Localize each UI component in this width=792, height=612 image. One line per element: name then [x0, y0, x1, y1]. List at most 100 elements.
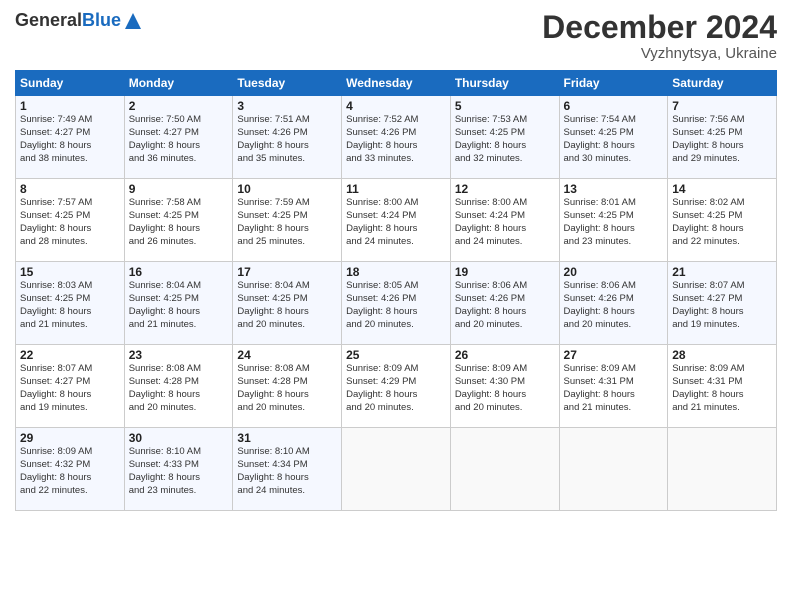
day-number: 11: [346, 182, 446, 196]
day-number: 7: [672, 99, 772, 113]
day-info: Sunrise: 8:04 AM Sunset: 4:25 PM Dayligh…: [129, 280, 229, 331]
table-row: 8Sunrise: 7:57 AM Sunset: 4:25 PM Daylig…: [16, 179, 125, 262]
calendar-week-row: 22Sunrise: 8:07 AM Sunset: 4:27 PM Dayli…: [16, 345, 777, 428]
table-row: 30Sunrise: 8:10 AM Sunset: 4:33 PM Dayli…: [124, 428, 233, 511]
calendar-week-row: 29Sunrise: 8:09 AM Sunset: 4:32 PM Dayli…: [16, 428, 777, 511]
day-info: Sunrise: 8:00 AM Sunset: 4:24 PM Dayligh…: [346, 197, 446, 248]
day-number: 8: [20, 182, 120, 196]
table-row: 11Sunrise: 8:00 AM Sunset: 4:24 PM Dayli…: [342, 179, 451, 262]
calendar-week-row: 1Sunrise: 7:49 AM Sunset: 4:27 PM Daylig…: [16, 96, 777, 179]
day-number: 30: [129, 431, 229, 445]
day-info: Sunrise: 8:03 AM Sunset: 4:25 PM Dayligh…: [20, 280, 120, 331]
day-info: Sunrise: 8:06 AM Sunset: 4:26 PM Dayligh…: [455, 280, 555, 331]
day-number: 2: [129, 99, 229, 113]
table-row: 16Sunrise: 8:04 AM Sunset: 4:25 PM Dayli…: [124, 262, 233, 345]
day-info: Sunrise: 8:00 AM Sunset: 4:24 PM Dayligh…: [455, 197, 555, 248]
table-row: [559, 428, 668, 511]
location-title: Vyzhnytsya, Ukraine: [542, 45, 777, 62]
day-number: 12: [455, 182, 555, 196]
day-number: 20: [564, 265, 664, 279]
table-row: 3Sunrise: 7:51 AM Sunset: 4:26 PM Daylig…: [233, 96, 342, 179]
day-info: Sunrise: 7:50 AM Sunset: 4:27 PM Dayligh…: [129, 114, 229, 165]
page-container: GeneralBlue December 2024 Vyzhnytsya, Uk…: [0, 0, 792, 521]
day-info: Sunrise: 8:06 AM Sunset: 4:26 PM Dayligh…: [564, 280, 664, 331]
day-info: Sunrise: 7:51 AM Sunset: 4:26 PM Dayligh…: [237, 114, 337, 165]
table-row: 24Sunrise: 8:08 AM Sunset: 4:28 PM Dayli…: [233, 345, 342, 428]
day-info: Sunrise: 7:58 AM Sunset: 4:25 PM Dayligh…: [129, 197, 229, 248]
table-row: 15Sunrise: 8:03 AM Sunset: 4:25 PM Dayli…: [16, 262, 125, 345]
table-row: 28Sunrise: 8:09 AM Sunset: 4:31 PM Dayli…: [668, 345, 777, 428]
table-row: 20Sunrise: 8:06 AM Sunset: 4:26 PM Dayli…: [559, 262, 668, 345]
day-number: 27: [564, 348, 664, 362]
day-info: Sunrise: 7:56 AM Sunset: 4:25 PM Dayligh…: [672, 114, 772, 165]
day-info: Sunrise: 7:49 AM Sunset: 4:27 PM Dayligh…: [20, 114, 120, 165]
col-tuesday: Tuesday: [233, 71, 342, 96]
day-number: 28: [672, 348, 772, 362]
day-number: 17: [237, 265, 337, 279]
header-row: Sunday Monday Tuesday Wednesday Thursday…: [16, 71, 777, 96]
table-row: 17Sunrise: 8:04 AM Sunset: 4:25 PM Dayli…: [233, 262, 342, 345]
day-number: 10: [237, 182, 337, 196]
day-number: 15: [20, 265, 120, 279]
table-row: 10Sunrise: 7:59 AM Sunset: 4:25 PM Dayli…: [233, 179, 342, 262]
table-row: 4Sunrise: 7:52 AM Sunset: 4:26 PM Daylig…: [342, 96, 451, 179]
calendar-table: Sunday Monday Tuesday Wednesday Thursday…: [15, 70, 777, 511]
col-thursday: Thursday: [450, 71, 559, 96]
day-number: 24: [237, 348, 337, 362]
table-row: 31Sunrise: 8:10 AM Sunset: 4:34 PM Dayli…: [233, 428, 342, 511]
col-sunday: Sunday: [16, 71, 125, 96]
month-title: December 2024: [542, 10, 777, 45]
table-row: 25Sunrise: 8:09 AM Sunset: 4:29 PM Dayli…: [342, 345, 451, 428]
day-info: Sunrise: 8:08 AM Sunset: 4:28 PM Dayligh…: [129, 363, 229, 414]
table-row: 5Sunrise: 7:53 AM Sunset: 4:25 PM Daylig…: [450, 96, 559, 179]
day-number: 21: [672, 265, 772, 279]
day-info: Sunrise: 8:08 AM Sunset: 4:28 PM Dayligh…: [237, 363, 337, 414]
table-row: 2Sunrise: 7:50 AM Sunset: 4:27 PM Daylig…: [124, 96, 233, 179]
day-number: 31: [237, 431, 337, 445]
logo-blue: Blue: [82, 10, 121, 31]
table-row: 29Sunrise: 8:09 AM Sunset: 4:32 PM Dayli…: [16, 428, 125, 511]
day-info: Sunrise: 8:02 AM Sunset: 4:25 PM Dayligh…: [672, 197, 772, 248]
day-number: 1: [20, 99, 120, 113]
table-row: 9Sunrise: 7:58 AM Sunset: 4:25 PM Daylig…: [124, 179, 233, 262]
col-friday: Friday: [559, 71, 668, 96]
day-number: 16: [129, 265, 229, 279]
day-number: 25: [346, 348, 446, 362]
logo-text: GeneralBlue: [15, 10, 143, 31]
day-info: Sunrise: 8:07 AM Sunset: 4:27 PM Dayligh…: [672, 280, 772, 331]
table-row: 13Sunrise: 8:01 AM Sunset: 4:25 PM Dayli…: [559, 179, 668, 262]
col-wednesday: Wednesday: [342, 71, 451, 96]
day-number: 9: [129, 182, 229, 196]
day-number: 19: [455, 265, 555, 279]
day-info: Sunrise: 8:09 AM Sunset: 4:31 PM Dayligh…: [672, 363, 772, 414]
day-number: 22: [20, 348, 120, 362]
table-row: 7Sunrise: 7:56 AM Sunset: 4:25 PM Daylig…: [668, 96, 777, 179]
day-info: Sunrise: 8:10 AM Sunset: 4:34 PM Dayligh…: [237, 446, 337, 497]
day-number: 29: [20, 431, 120, 445]
day-number: 13: [564, 182, 664, 196]
table-row: 1Sunrise: 7:49 AM Sunset: 4:27 PM Daylig…: [16, 96, 125, 179]
day-number: 3: [237, 99, 337, 113]
table-row: [668, 428, 777, 511]
day-info: Sunrise: 8:04 AM Sunset: 4:25 PM Dayligh…: [237, 280, 337, 331]
calendar-week-row: 8Sunrise: 7:57 AM Sunset: 4:25 PM Daylig…: [16, 179, 777, 262]
day-info: Sunrise: 8:09 AM Sunset: 4:31 PM Dayligh…: [564, 363, 664, 414]
logo: GeneralBlue: [15, 10, 143, 31]
day-number: 5: [455, 99, 555, 113]
day-number: 6: [564, 99, 664, 113]
day-info: Sunrise: 8:05 AM Sunset: 4:26 PM Dayligh…: [346, 280, 446, 331]
day-number: 4: [346, 99, 446, 113]
day-number: 18: [346, 265, 446, 279]
day-info: Sunrise: 8:01 AM Sunset: 4:25 PM Dayligh…: [564, 197, 664, 248]
day-info: Sunrise: 7:53 AM Sunset: 4:25 PM Dayligh…: [455, 114, 555, 165]
day-info: Sunrise: 7:59 AM Sunset: 4:25 PM Dayligh…: [237, 197, 337, 248]
day-info: Sunrise: 7:57 AM Sunset: 4:25 PM Dayligh…: [20, 197, 120, 248]
logo-general: General: [15, 10, 82, 31]
table-row: [342, 428, 451, 511]
day-number: 14: [672, 182, 772, 196]
header: GeneralBlue December 2024 Vyzhnytsya, Uk…: [15, 10, 777, 62]
col-monday: Monday: [124, 71, 233, 96]
day-number: 23: [129, 348, 229, 362]
day-info: Sunrise: 8:09 AM Sunset: 4:29 PM Dayligh…: [346, 363, 446, 414]
col-saturday: Saturday: [668, 71, 777, 96]
